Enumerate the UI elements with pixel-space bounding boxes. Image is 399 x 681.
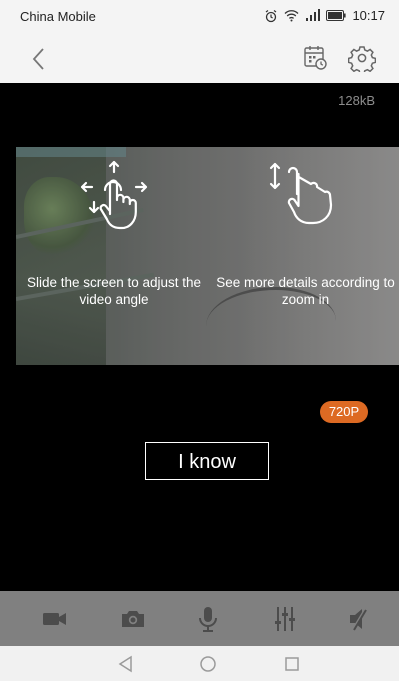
settings-button[interactable]	[347, 44, 377, 75]
dismiss-guide-button[interactable]: I know	[145, 442, 269, 480]
zoom-gesture-icon	[269, 162, 333, 225]
camera-preview[interactable]	[16, 147, 399, 365]
nav-home-icon	[200, 656, 216, 672]
record-button[interactable]	[40, 604, 70, 634]
playback-calendar-button[interactable]	[302, 44, 328, 72]
snapshot-camera-icon	[122, 611, 144, 627]
status-time: 10:17	[352, 8, 385, 23]
nav-recents-icon	[285, 657, 299, 671]
top-toolbar	[0, 34, 399, 83]
quality-toggle-button[interactable]: 720P	[320, 401, 368, 423]
record-video-icon	[43, 613, 66, 625]
gear-icon	[347, 46, 377, 75]
equalizer-button[interactable]	[270, 604, 300, 634]
signal-icon	[306, 9, 321, 21]
playback-control-bar	[0, 591, 399, 646]
pan-tip-text: Slide the screen to adjust the video ang…	[26, 275, 202, 307]
guide-dim-overlay	[16, 147, 399, 365]
pan-gesture-icon	[80, 160, 148, 230]
carrier-label: China Mobile	[20, 9, 96, 24]
status-bar: China Mobile 10:17	[0, 0, 399, 34]
nav-home-button[interactable]	[196, 652, 220, 676]
nav-recents-button[interactable]	[280, 652, 304, 676]
wifi-icon	[284, 10, 299, 22]
status-icons: 10:17	[264, 8, 385, 23]
equalizer-icon	[275, 607, 295, 631]
back-button[interactable]	[26, 44, 54, 74]
mute-button[interactable]	[345, 604, 375, 634]
talk-button[interactable]	[193, 604, 223, 634]
zoom-tip-text: See more details according to zoom in	[216, 275, 395, 307]
nav-back-icon	[118, 655, 132, 673]
bitrate-readout: 128kB	[338, 93, 375, 108]
speaker-muted-icon	[350, 609, 367, 631]
nav-back-button[interactable]	[114, 652, 138, 676]
calendar-playback-icon	[304, 46, 327, 70]
snapshot-button[interactable]	[118, 604, 148, 634]
battery-icon	[326, 10, 347, 21]
alarm-icon	[266, 9, 277, 22]
microphone-icon	[199, 607, 217, 632]
chevron-left-icon	[32, 48, 44, 70]
system-nav-bar	[0, 646, 399, 681]
